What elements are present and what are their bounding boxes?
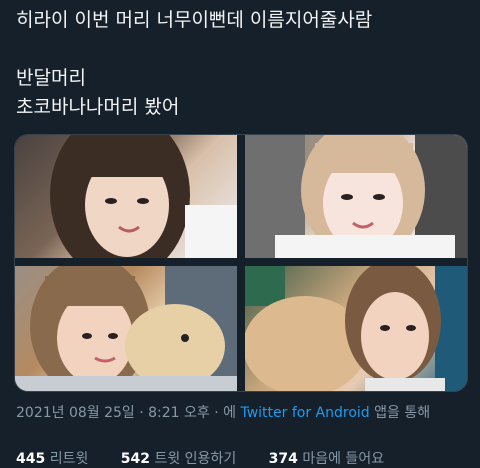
photo-3[interactable] [15, 266, 237, 391]
retweets-label: 리트윗 [49, 451, 89, 467]
tweet-text: 히라이 이번 머리 너무이뻔데 이름지어줄사람 반달머리 초코바나나머리 봤어 [16, 6, 466, 122]
likes-stat[interactable]: 374 마음에 들어요 [269, 451, 398, 467]
tweet-line-1: 히라이 이번 머리 너무이뻔데 이름지어줄사람 [16, 9, 373, 31]
tweet-source-suffix: 앱을 통해 [374, 405, 431, 421]
quotes-label: 트윗 인용하기 [154, 451, 237, 467]
photo-2[interactable] [245, 135, 467, 258]
tweet-line-3: 초코바나나머리 봤어 [16, 96, 180, 118]
portrait-illustration [245, 135, 467, 258]
likes-count: 374 [268, 451, 298, 467]
photo-4[interactable] [245, 266, 467, 391]
likes-label: 마음에 들어요 [302, 451, 385, 467]
portrait-illustration [245, 266, 467, 391]
photo-grid [14, 134, 468, 392]
retweets-count: 445 [16, 451, 46, 467]
tweet-source-link[interactable]: Twitter for Android [240, 405, 369, 421]
tweet-date: 2021년 08월 25일 · 8:21 오후 · 에 [16, 405, 237, 421]
retweets-stat[interactable]: 445 리트윗 [16, 451, 102, 467]
tweet-line-2: 반달머리 [16, 67, 86, 89]
portrait-illustration [50, 135, 237, 258]
quotes-stat[interactable]: 542 트윗 인용하기 [121, 451, 250, 467]
quotes-count: 542 [120, 451, 151, 467]
tweet-stats: 445 리트윗 542 트윗 인용하기 374 마음에 들어요 [16, 448, 412, 468]
portrait-illustration [15, 266, 237, 391]
photo-1[interactable] [15, 135, 237, 258]
tweet-meta: 2021년 08월 25일 · 8:21 오후 · 에 Twitter for … [16, 402, 430, 422]
